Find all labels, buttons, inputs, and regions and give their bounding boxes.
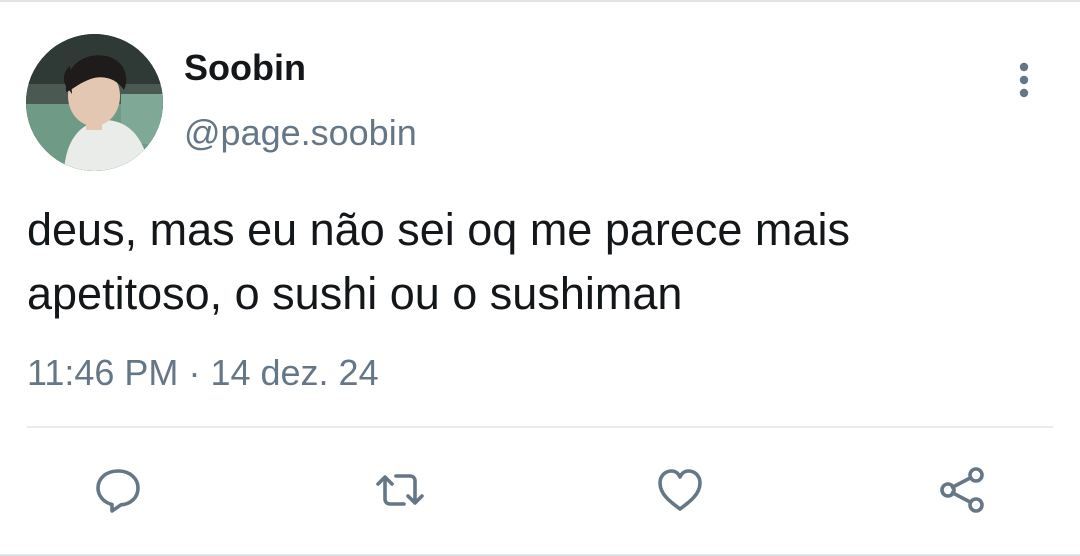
share-button[interactable]: [930, 458, 994, 522]
tweet-timestamp[interactable]: 11:46 PM · 14 dez. 24: [27, 352, 379, 394]
tweet-card: Soobin @page.soobin deus, mas eu não sei…: [0, 0, 1080, 556]
speech-bubble-icon: [96, 469, 140, 513]
more-options-button[interactable]: [1008, 60, 1040, 100]
tweet-text: deus, mas eu não sei oq me parece mais a…: [27, 198, 1047, 326]
share-nodes-icon: [940, 467, 984, 513]
tweet-text-line-2: apetitoso, o sushi ou o sushiman: [27, 268, 683, 319]
author-handle[interactable]: @page.soobin: [184, 112, 417, 154]
author-display-name[interactable]: Soobin: [184, 47, 306, 89]
avatar-photo: [26, 34, 163, 171]
retweet-arrows-icon: [376, 474, 424, 506]
like-button[interactable]: [648, 458, 712, 522]
heart-icon: [658, 469, 702, 511]
author-avatar[interactable]: [26, 34, 163, 171]
retweet-button[interactable]: [368, 458, 432, 522]
tweet-date: 14 dez. 24: [210, 352, 379, 393]
tweet-time: 11:46 PM: [27, 352, 179, 393]
vertical-ellipsis-icon: [1019, 62, 1029, 98]
timestamp-separator: ·: [188, 352, 201, 393]
reply-button[interactable]: [86, 458, 150, 522]
divider: [27, 426, 1053, 428]
tweet-text-line-1: deus, mas eu não sei oq me parece mais: [27, 204, 850, 255]
